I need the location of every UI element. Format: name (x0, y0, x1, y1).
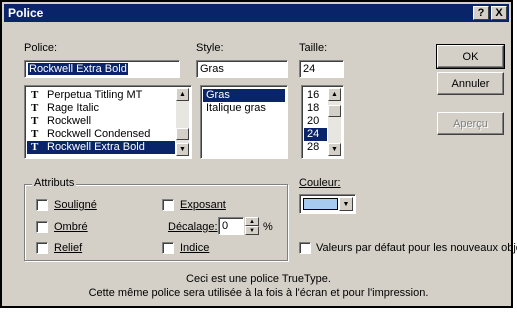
size-list[interactable]: 16 18 20 24 28 ▲ ▼ (301, 85, 344, 159)
scroll-thumb[interactable] (176, 128, 189, 140)
font-input-value: Rockwell Extra Bold (28, 63, 128, 75)
size-item-label: 20 (307, 115, 320, 127)
shadow-checkbox[interactable] (36, 221, 48, 233)
size-item[interactable]: 18 (304, 102, 327, 115)
size-item-label: 28 (307, 141, 320, 153)
font-list-scrollbar[interactable]: ▲ ▼ (176, 88, 189, 156)
size-item[interactable]: 28 (304, 141, 327, 154)
font-item-label: Perpetua Titling MT (47, 89, 143, 101)
dropdown-arrow-icon[interactable]: ▼ (339, 197, 353, 211)
font-item[interactable]: T Rockwell Extra Bold (27, 141, 175, 154)
offset-spinner[interactable]: ▲ ▼ (245, 217, 259, 235)
spin-down-icon[interactable]: ▼ (245, 226, 259, 235)
truetype-icon: T (31, 89, 39, 101)
size-item-label: 16 (307, 89, 320, 101)
font-list[interactable]: T Perpetua Titling MT T Rage Italic T Rockwel… (24, 85, 192, 159)
info-line-2: Cette même police sera utilisée à la foi… (88, 287, 429, 299)
title-bar: Police ? X (4, 4, 509, 22)
help-button[interactable]: ? (473, 6, 489, 20)
color-dropdown[interactable]: ▼ (299, 194, 356, 214)
font-item[interactable]: T Rage Italic (27, 102, 175, 115)
size-item-label: 24 (307, 128, 320, 140)
underline-checkbox[interactable] (36, 199, 48, 211)
style-item[interactable]: Gras (203, 89, 285, 102)
size-label: Taille: (299, 42, 328, 54)
superscript-checkbox[interactable] (162, 199, 174, 211)
scroll-down-icon[interactable]: ▼ (176, 143, 189, 156)
font-label: Police: (24, 42, 58, 54)
scroll-down-icon[interactable]: ▼ (328, 143, 341, 156)
truetype-icon: T (31, 128, 39, 140)
subscript-checkbox[interactable] (162, 242, 174, 254)
truetype-icon: T (31, 141, 39, 153)
underline-label: Souligné (54, 199, 97, 211)
scroll-up-icon[interactable]: ▲ (176, 88, 189, 101)
close-button[interactable]: X (491, 6, 507, 20)
offset-input[interactable]: 0 (218, 217, 244, 235)
style-label: Style: (196, 42, 224, 54)
ok-button[interactable]: OK (436, 44, 505, 69)
font-item-label: Rockwell Condensed (47, 128, 151, 140)
style-input[interactable]: Gras (196, 60, 288, 78)
font-item[interactable]: T Rockwell (27, 115, 175, 128)
truetype-icon: T (31, 102, 39, 114)
color-swatch (303, 198, 338, 210)
cancel-button[interactable]: Annuler (437, 72, 504, 95)
truetype-icon: T (31, 115, 39, 127)
shadow-label: Ombré (54, 221, 88, 233)
offset-unit: % (263, 221, 273, 233)
default-values-label: Valeurs par défaut pour les nouveaux obj… (316, 242, 517, 254)
font-item-label: Rage Italic (47, 102, 99, 114)
color-label: Couleur: (299, 177, 341, 189)
font-item[interactable]: T Rockwell Condensed (27, 128, 175, 141)
info-line-1: Ceci est une police TrueType. (186, 273, 331, 285)
relief-checkbox[interactable] (36, 242, 48, 254)
preview-button[interactable]: Aperçu (437, 112, 504, 135)
window-title: Police (8, 6, 44, 20)
font-dialog: Police ? X Police: Rockwell Extra Bold T… (0, 0, 517, 308)
font-item-label: Rockwell (47, 115, 92, 127)
style-item-label: Italique gras (206, 102, 266, 114)
scroll-up-icon[interactable]: ▲ (328, 88, 341, 101)
subscript-label: Indice (180, 242, 210, 254)
size-input[interactable]: 24 (299, 60, 344, 78)
font-item[interactable]: T Perpetua Titling MT (27, 89, 175, 102)
style-list[interactable]: Gras Italique gras (200, 85, 288, 159)
style-item-label: Gras (206, 89, 230, 101)
spin-up-icon[interactable]: ▲ (245, 217, 259, 226)
font-item-label: Rockwell Extra Bold (47, 141, 145, 153)
size-item[interactable]: 24 (304, 128, 327, 141)
attributes-title: Attributs (32, 177, 77, 189)
style-item[interactable]: Italique gras (203, 102, 285, 115)
font-input[interactable]: Rockwell Extra Bold (24, 60, 180, 78)
relief-label: Relief (54, 242, 83, 254)
size-list-scrollbar[interactable]: ▲ ▼ (328, 88, 341, 156)
size-item[interactable]: 16 (304, 89, 327, 102)
superscript-label: Exposant (180, 199, 226, 211)
scroll-thumb[interactable] (328, 105, 341, 117)
default-values-checkbox[interactable] (299, 242, 311, 254)
offset-label: Décalage: (168, 221, 218, 233)
size-item[interactable]: 20 (304, 115, 327, 128)
size-item-label: 18 (307, 102, 320, 114)
